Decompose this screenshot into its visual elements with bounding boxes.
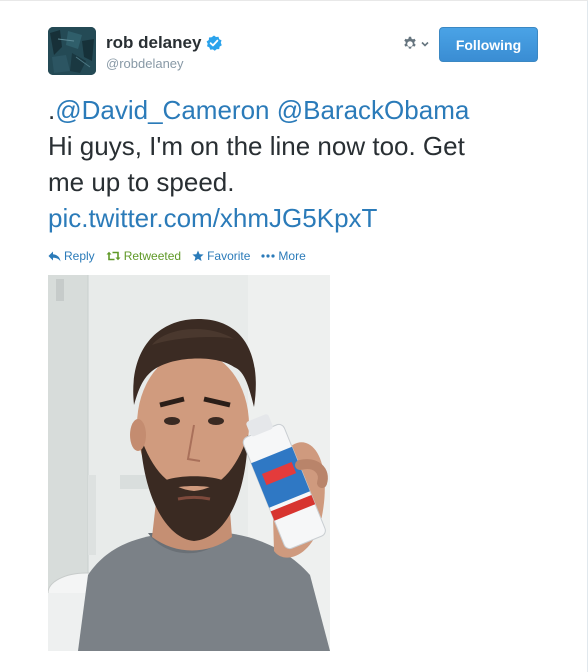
divider [0,0,588,1]
mention-david-cameron[interactable]: @David_Cameron [55,95,269,125]
name-row[interactable]: rob delaney [106,33,223,53]
mention-barack-obama[interactable]: @BarackObama [277,95,470,125]
chevron-down-icon [421,41,429,47]
tweet-card: rob delaney @robdelaney Following .@Davi… [0,0,588,672]
reply-icon [48,251,61,261]
favorite-button[interactable]: Favorite [192,249,250,263]
avatar[interactable] [48,27,96,75]
tweet-line-2: Hi guys, I'm on the line now too. Get [48,131,465,161]
settings-dropdown[interactable] [402,36,430,52]
star-icon [192,250,204,261]
more-button[interactable]: More [261,249,306,263]
more-dots-icon [261,254,276,258]
display-name[interactable]: rob delaney [106,33,201,53]
following-button[interactable]: Following [439,27,538,62]
tweet-photo[interactable] [48,275,330,651]
tweet-line-1: .@David_Cameron @BarackObama [48,92,568,128]
tweet-line-3: me up to speed. [48,167,235,197]
retweet-label: Retweeted [123,249,182,263]
more-label: More [278,249,306,263]
retweet-icon [106,251,121,261]
verified-badge-icon [207,35,223,51]
media-link[interactable]: pic.twitter.com/xhmJG5KpxT [48,200,568,236]
tweet-text: .@David_Cameron @BarackObama Hi guys, I'… [48,92,568,236]
reply-label: Reply [64,249,95,263]
reply-button[interactable]: Reply [48,249,95,263]
tweet-actions: Reply Retweeted Favorite More [48,249,317,263]
gear-icon [404,36,416,49]
username[interactable]: @robdelaney [106,56,184,71]
favorite-label: Favorite [207,249,251,263]
retweet-button[interactable]: Retweeted [106,249,181,263]
